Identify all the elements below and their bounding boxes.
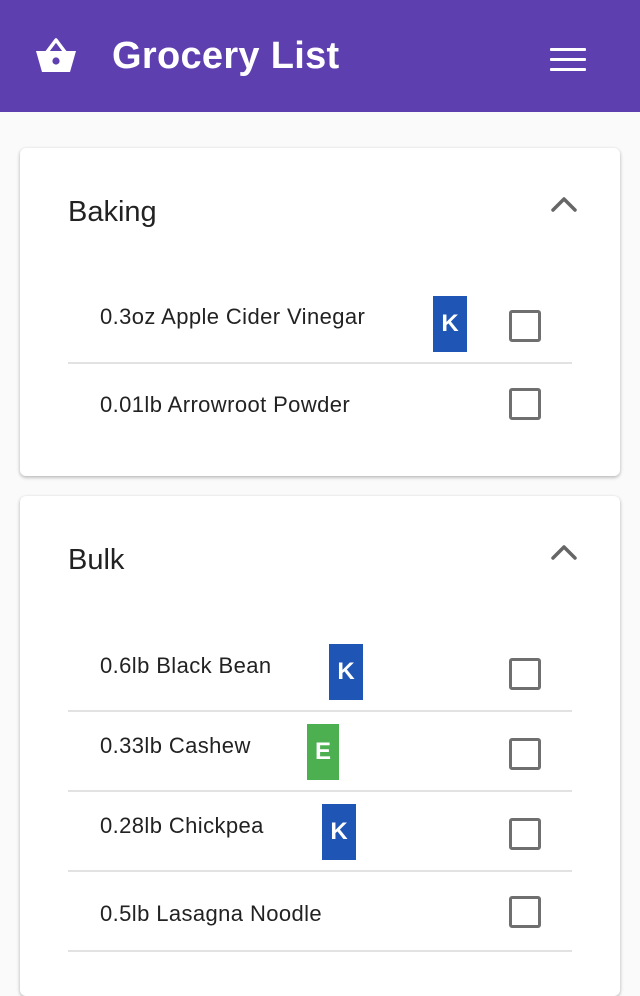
category-card-baking: Baking 0.3oz Apple Cider Vinegar K 0.01l… [20, 148, 620, 476]
item-label: 0.33lb Cashew [100, 733, 251, 758]
item-label: 0.6lb Black Bean [100, 653, 272, 678]
category-header-baking[interactable]: Baking [20, 148, 620, 268]
store-badge-e: E [307, 724, 339, 780]
item-checkbox[interactable] [509, 658, 541, 690]
item-checkbox[interactable] [509, 738, 541, 770]
list-item[interactable]: 0.01lb Arrowroot Powder [68, 364, 572, 444]
chevron-up-icon[interactable] [550, 194, 578, 214]
store-badge-k: K [322, 804, 356, 860]
list-item[interactable]: 0.5lb Lasagna Noodle [68, 872, 572, 952]
category-title: Bulk [68, 544, 125, 576]
item-label: 0.01lb Arrowroot Powder [100, 392, 351, 417]
menu-button[interactable] [548, 46, 588, 74]
item-checkbox[interactable] [509, 310, 541, 342]
list-item[interactable]: 0.33lb Cashew E [68, 712, 572, 792]
category-header-bulk[interactable]: Bulk [20, 496, 620, 616]
list-item[interactable]: 0.3oz Apple Cider Vinegar K [68, 284, 572, 364]
category-title: Baking [68, 196, 157, 228]
app-bar: Grocery List [0, 0, 640, 112]
shopping-basket-icon [36, 38, 76, 72]
list-item[interactable]: 0.28lb Chickpea K [68, 792, 572, 872]
item-label: 0.3oz Apple Cider Vinegar [100, 304, 366, 329]
item-checkbox[interactable] [509, 388, 541, 420]
item-checkbox[interactable] [509, 896, 541, 928]
item-checkbox[interactable] [509, 818, 541, 850]
page-title: Grocery List [112, 35, 340, 77]
store-badge-k: K [433, 296, 467, 352]
category-card-bulk: Bulk 0.6lb Black Bean K 0.33lb Cashew E … [20, 496, 620, 996]
item-label: 0.5lb Lasagna Noodle [100, 901, 323, 926]
item-label: 0.28lb Chickpea [100, 813, 264, 838]
hamburger-menu-icon [550, 48, 586, 51]
list-item[interactable]: 0.6lb Black Bean K [68, 632, 572, 712]
chevron-up-icon[interactable] [550, 542, 578, 562]
store-badge-k: K [329, 644, 363, 700]
